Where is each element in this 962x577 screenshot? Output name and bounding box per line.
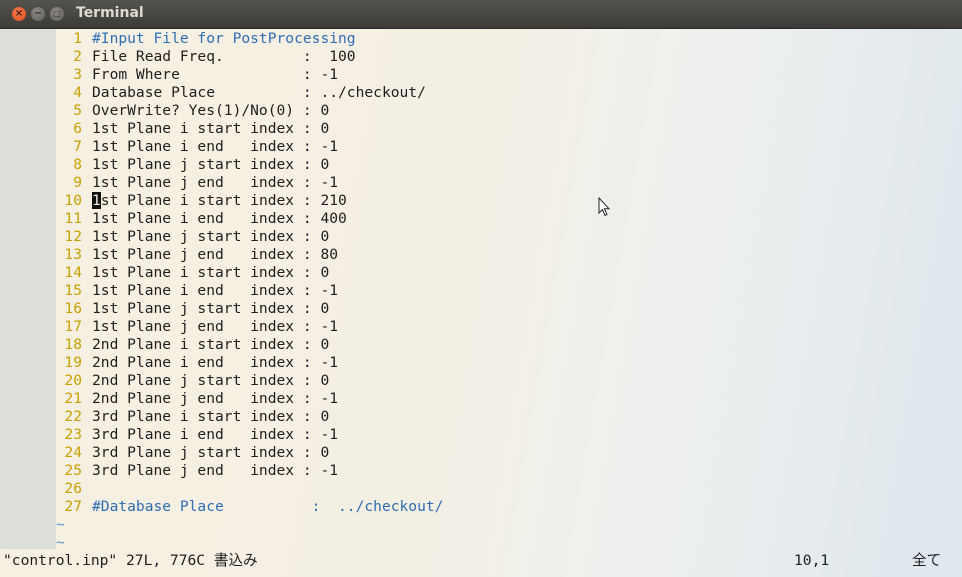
line-text[interactable]: File Read Freq. : 100 — [92, 48, 356, 66]
line-text[interactable]: 2nd Plane i start index : 0 — [92, 336, 329, 354]
line-number: 24 — [64, 444, 82, 461]
line-number: 23 — [64, 426, 82, 443]
close-window-button[interactable]: × — [12, 7, 26, 21]
line-text[interactable]: 1st Plane i start index : 0 — [92, 264, 329, 282]
line-text[interactable]: 2nd Plane i end index : -1 — [92, 354, 338, 372]
title-bar[interactable]: × − □ Terminal — [0, 0, 962, 29]
line-number: 12 — [64, 228, 82, 245]
line-text[interactable]: 2nd Plane j end index : -1 — [92, 390, 338, 408]
line-number: 20 — [64, 372, 82, 389]
cursor-position: 10,1 — [794, 552, 830, 569]
line-number: 26 — [64, 480, 82, 497]
line-number: 7 — [73, 138, 82, 155]
line-text[interactable]: 1st Plane j start index : 0 — [92, 300, 329, 318]
line-number: 6 — [73, 120, 82, 137]
status-line: "control.inp" 27L, 776C 書込み 10,1 全て — [0, 549, 962, 577]
line-number: 14 — [64, 264, 82, 281]
line-text[interactable]: 1st Plane i end index : -1 — [92, 282, 338, 300]
line-text[interactable]: From Where : -1 — [92, 66, 338, 84]
line-number: 22 — [64, 408, 82, 425]
line-number: 5 — [73, 102, 82, 119]
line-number: 18 — [64, 336, 82, 353]
line-number: 10 — [64, 192, 82, 209]
comment-text[interactable]: #Input File for PostProcessing — [92, 30, 356, 48]
line-number: 4 — [73, 84, 82, 101]
terminal-window: × − □ Terminal 1 #Input File for PostProc… — [0, 0, 962, 577]
line-text[interactable]: 3rd Plane i end index : -1 — [92, 426, 338, 444]
line-number: 16 — [64, 300, 82, 317]
line-text[interactable]: 1st Plane i end index : 400 — [92, 210, 347, 228]
line-text[interactable]: 1st Plane i start index : 210 — [92, 192, 347, 210]
line-number: 27 — [64, 498, 82, 515]
line-text[interactable]: 3rd Plane j end index : -1 — [92, 462, 338, 480]
line-number: 8 — [73, 156, 82, 173]
line-number: 19 — [64, 354, 82, 371]
line-number: 2 — [73, 48, 82, 65]
line-number: 21 — [64, 390, 82, 407]
comment-text[interactable]: #Database Place : ../checkout/ — [92, 498, 443, 516]
line-text[interactable]: 1st Plane i end index : -1 — [92, 138, 338, 156]
mouse-pointer-icon — [598, 197, 610, 217]
line-text[interactable]: 1st Plane j end index : 80 — [92, 246, 338, 264]
line-number: 15 — [64, 282, 82, 299]
line-number: 13 — [64, 246, 82, 263]
line-number: 11 — [64, 210, 82, 227]
line-text[interactable]: 3rd Plane i start index : 0 — [92, 408, 329, 426]
minimize-window-button[interactable]: − — [31, 7, 45, 21]
window-title: Terminal — [76, 5, 144, 21]
line-text[interactable]: 1st Plane j start index : 0 — [92, 228, 329, 246]
line-number-gutter — [0, 29, 56, 549]
text-cursor: 1 — [92, 192, 101, 209]
line-text[interactable]: 1st Plane j start index : 0 — [92, 156, 329, 174]
line-text[interactable]: 3rd Plane j start index : 0 — [92, 444, 329, 462]
line-number: 3 — [73, 66, 82, 83]
line-text[interactable]: Database Place : ../checkout/ — [92, 84, 426, 102]
tilde-marker: ~ — [56, 516, 65, 533]
line-number: 25 — [64, 462, 82, 479]
file-info: "control.inp" 27L, 776C 書込み — [3, 552, 258, 569]
line-number: 1 — [73, 30, 82, 47]
line-text[interactable]: 1st Plane i start index : 0 — [92, 120, 329, 138]
maximize-window-button[interactable]: □ — [50, 7, 64, 21]
vim-editor[interactable]: 1 #Input File for PostProcessing 2 File Rea… — [0, 29, 962, 577]
line-text[interactable]: 1st Plane j end index : -1 — [92, 174, 338, 192]
line-text[interactable]: OverWrite? Yes(1)/No(0) : 0 — [92, 102, 329, 120]
line-text[interactable]: 2nd Plane j start index : 0 — [92, 372, 329, 390]
line-number: 17 — [64, 318, 82, 335]
scroll-position: 全て — [912, 552, 942, 569]
line-number: 9 — [73, 174, 82, 191]
line-text[interactable]: 1st Plane j end index : -1 — [92, 318, 338, 336]
